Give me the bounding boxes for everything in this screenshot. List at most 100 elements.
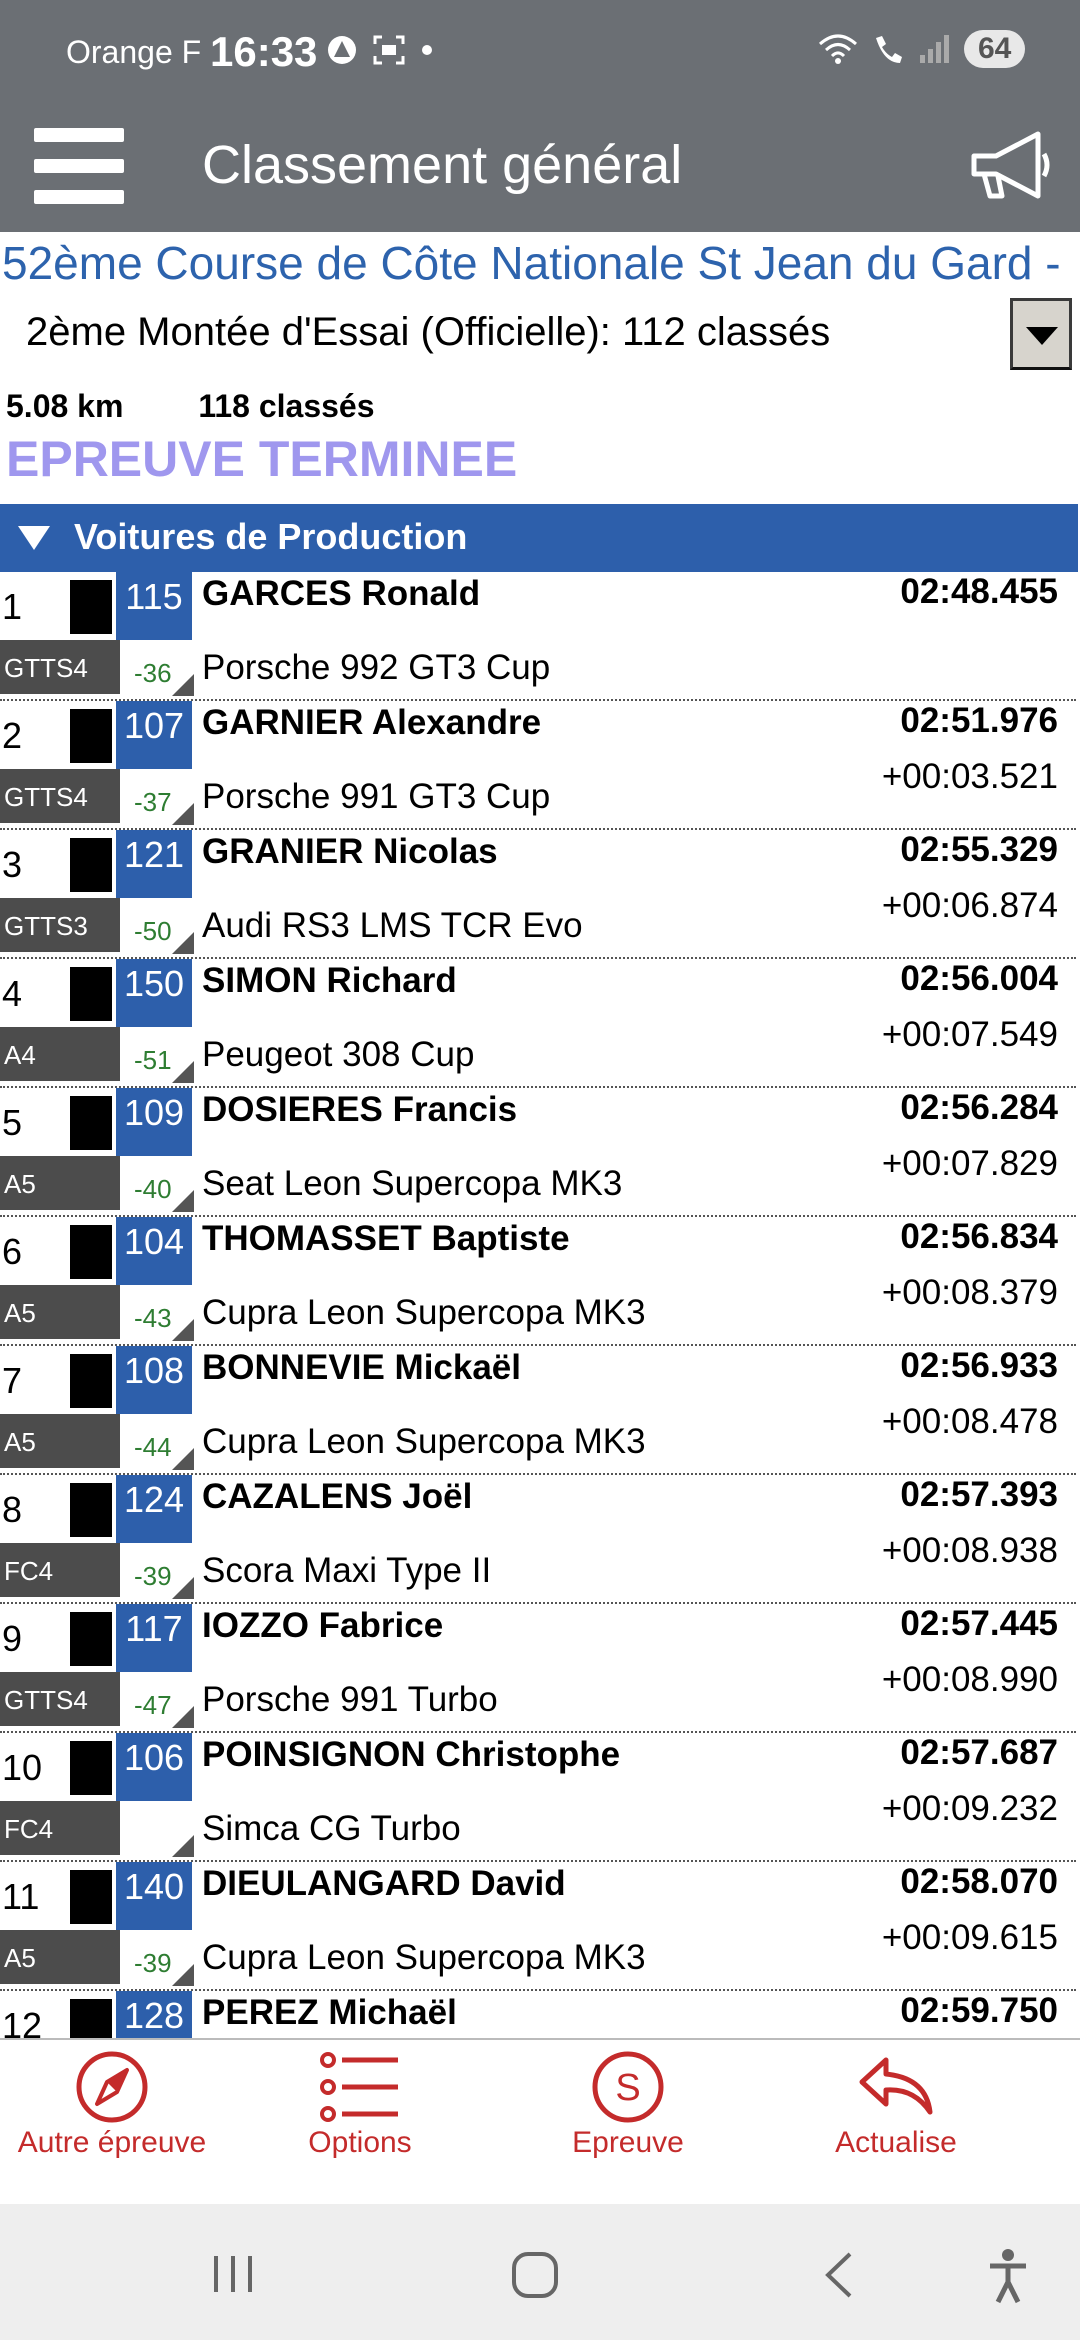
compass-icon <box>76 2051 148 2123</box>
results-list[interactable]: 1 115 GTTS4 -36 GARCES Ronald Porsche 992 GT3… <box>0 572 1080 2038</box>
class-badge: A5 <box>0 1156 120 1210</box>
table-row[interactable]: 8 124 FC4 -39 CAZALENS Joël Scora Maxi Type I… <box>0 1475 1076 1604</box>
race-number: 106 <box>116 1733 192 1801</box>
position: 8 <box>2 1489 23 1530</box>
car-model: Porsche 991 Turbo <box>202 1680 498 1719</box>
race-number: 107 <box>116 701 192 769</box>
flag-icon <box>70 1870 112 1924</box>
run-selector-value[interactable]: 2ème Montée d'Essai (Officielle): 112 cl… <box>26 310 830 355</box>
class-badge: FC4 <box>0 1801 120 1855</box>
driver-name: BONNEVIE Mickaël <box>202 1348 521 1387</box>
run-time: 02:55.329 <box>900 830 1058 869</box>
status-time: 16:33 <box>210 28 318 75</box>
flag-icon <box>70 580 112 634</box>
class-badge: A4 <box>0 1027 120 1081</box>
table-row[interactable]: 9 117 GTTS4 -47 IOZZO Fabrice Porsche 991 Tur… <box>0 1604 1076 1733</box>
race-number: 109 <box>116 1088 192 1156</box>
time-gap: +00:08.938 <box>881 1531 1058 1570</box>
car-model: Porsche 992 GT3 Cup <box>202 648 551 687</box>
driver-name: POINSIGNON Christophe <box>202 1735 621 1774</box>
home-icon[interactable] <box>510 2250 560 2300</box>
corner-marker-icon <box>172 1319 194 1341</box>
car-model: Cupra Leon Supercopa MK3 <box>202 1293 646 1332</box>
corner-marker-icon <box>172 803 194 825</box>
nav-autre-epreuve-button[interactable]: Autre épreuve <box>2 2040 222 2206</box>
table-row[interactable]: 7 108 A5 -44 BONNEVIE Mickaël Cupra Leon Supe… <box>0 1346 1076 1475</box>
flag-icon <box>70 967 112 1021</box>
table-row[interactable]: 4 150 A4 -51 SIMON Richard Peugeot 308 Cup 02:… <box>0 959 1076 1088</box>
corner-marker-icon <box>172 1190 194 1212</box>
class-badge: A5 <box>0 1930 120 1984</box>
bottom-nav: Autre épreuve Options S Epreuve Actualis… <box>0 2038 1080 2204</box>
hamburger-icon[interactable] <box>34 128 124 204</box>
corner-marker-icon <box>172 1448 194 1470</box>
reply-arrow-icon <box>859 2057 933 2115</box>
class-badge: GTTS3 <box>0 898 120 952</box>
alert-icon <box>328 36 356 64</box>
table-row[interactable]: 5 109 A5 -40 DOSIERES Francis Seat Leon Super… <box>0 1088 1076 1217</box>
table-row[interactable]: 2 107 GTTS4 -37 GARNIER Alexandre Porsche 991… <box>0 701 1076 830</box>
run-time: 02:56.004 <box>900 959 1058 998</box>
car-model: Audi RS3 LMS TCR Evo <box>202 906 583 945</box>
flag-icon <box>70 1999 112 2038</box>
system-nav-bar <box>0 2204 1080 2340</box>
position: 1 <box>2 586 23 627</box>
nav-actualise-button[interactable]: Actualise <box>786 2040 1006 2206</box>
category-header[interactable]: Voitures de Production <box>0 504 1078 572</box>
position: 4 <box>2 973 23 1014</box>
table-row[interactable]: 11 140 A5 -39 DIEULANGARD David Cupra Leon Su… <box>0 1862 1076 1991</box>
driver-name: SIMON Richard <box>202 961 457 1000</box>
event-meta: 5.08 km 118 classés <box>6 388 441 425</box>
flag-icon <box>70 1741 112 1795</box>
class-badge: A5 <box>0 1414 120 1468</box>
nav-label-epreuve: Epreuve <box>572 2126 684 2159</box>
table-row[interactable]: 12 128 PEREZ Michaël 02:59.750 <box>0 1991 1076 2038</box>
run-selector-dropdown-button[interactable] <box>1010 298 1072 370</box>
race-number: 150 <box>116 959 192 1027</box>
run-time: 02:48.455 <box>900 572 1058 611</box>
car-model: Simca CG Turbo <box>202 1809 461 1848</box>
car-model: Cupra Leon Supercopa MK3 <box>202 1422 646 1461</box>
megaphone-icon[interactable] <box>968 130 1052 202</box>
event-distance: 5.08 km <box>6 388 124 424</box>
run-time: 02:57.687 <box>900 1733 1058 1772</box>
carrier-name: Orange F <box>66 34 202 70</box>
position: 11 <box>2 1876 40 1917</box>
class-badge: FC4 <box>0 1543 120 1597</box>
race-number: 121 <box>116 830 192 898</box>
time-gap: +00:08.379 <box>881 1273 1058 1312</box>
table-row[interactable]: 10 106 FC4 POINSIGNON Christophe Simca CG Tu… <box>0 1733 1076 1862</box>
run-time: 02:57.445 <box>900 1604 1058 1643</box>
class-badge: GTTS4 <box>0 1672 120 1726</box>
run-time: 02:59.750 <box>900 1991 1058 2030</box>
flag-icon <box>70 709 112 763</box>
time-gap: +00:09.615 <box>881 1918 1058 1957</box>
collapse-triangle-icon <box>18 526 50 550</box>
table-row[interactable]: 6 104 A5 -43 THOMASSET Baptiste Cupra Leon Su… <box>0 1217 1076 1346</box>
back-icon[interactable] <box>820 2250 856 2300</box>
run-time: 02:58.070 <box>900 1862 1058 1901</box>
flag-icon <box>70 1225 112 1279</box>
screenshot-icon <box>373 35 405 65</box>
corner-marker-icon <box>172 1061 194 1083</box>
race-number: 124 <box>116 1475 192 1543</box>
nav-options-button[interactable]: Options <box>250 2040 470 2206</box>
table-row[interactable]: 1 115 GTTS4 -36 GARCES Ronald Porsche 992 GT3… <box>0 572 1076 701</box>
recents-icon[interactable] <box>210 2252 256 2296</box>
position: 7 <box>2 1360 23 1401</box>
time-gap: +00:03.521 <box>881 757 1058 796</box>
run-time: 02:51.976 <box>900 701 1058 740</box>
car-model: Seat Leon Supercopa MK3 <box>202 1164 623 1203</box>
driver-name: IOZZO Fabrice <box>202 1606 444 1645</box>
driver-name: THOMASSET Baptiste <box>202 1219 570 1258</box>
category-label: Voitures de Production <box>74 516 468 557</box>
app-bar: Classement général <box>0 100 1080 232</box>
class-badge: A5 <box>0 1285 120 1339</box>
table-row[interactable]: 3 121 GTTS3 -50 GRANIER Nicolas Audi RS3 LMS … <box>0 830 1076 959</box>
nav-epreuve-button[interactable]: S Epreuve <box>518 2040 738 2206</box>
accessibility-icon[interactable] <box>986 2248 1030 2304</box>
flag-icon <box>70 838 112 892</box>
flag-icon <box>70 1612 112 1666</box>
driver-name: GRANIER Nicolas <box>202 832 498 871</box>
driver-name: DIEULANGARD David <box>202 1864 566 1903</box>
